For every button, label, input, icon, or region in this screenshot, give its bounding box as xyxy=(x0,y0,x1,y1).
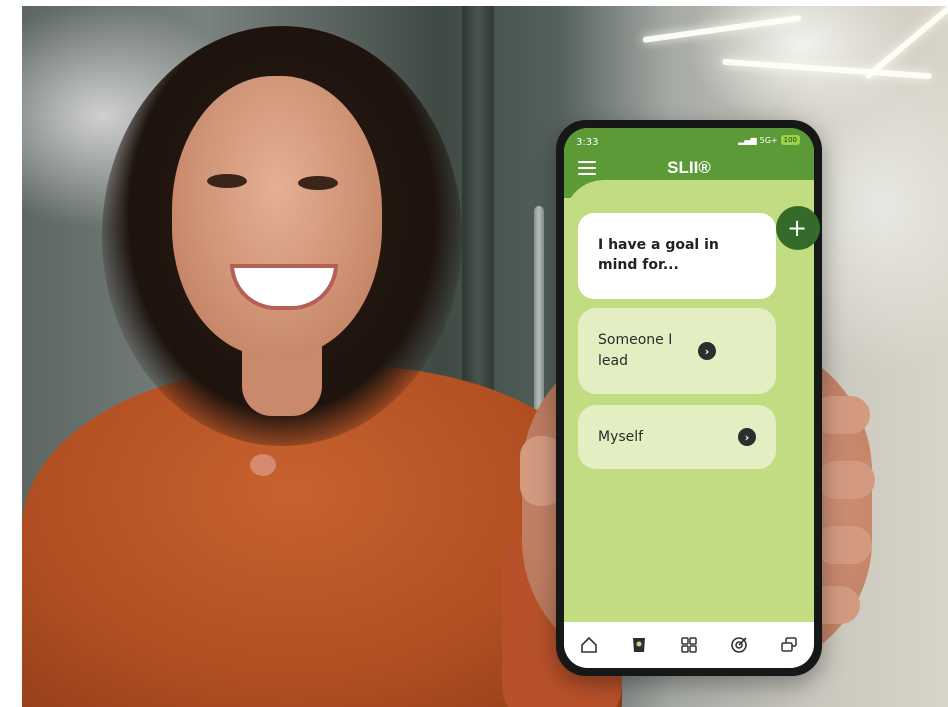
chevron-right-icon: › xyxy=(698,342,716,360)
app-logo: SLII® xyxy=(667,158,711,177)
smartphone: 3:33 ▂▄▆ 5G+ 100 SLII® I have a goal in … xyxy=(556,120,822,676)
bottom-navigation xyxy=(564,622,814,668)
chevron-right-icon: › xyxy=(738,428,756,446)
ceiling-light xyxy=(642,14,802,44)
target-icon[interactable] xyxy=(725,631,753,659)
status-time: 3:33 xyxy=(576,137,599,148)
left-eye xyxy=(207,174,247,188)
option-someone-i-lead[interactable]: Someone I lead › xyxy=(578,308,776,394)
ceiling-light xyxy=(722,58,932,80)
signal-icon: ▂▄▆ xyxy=(738,135,757,145)
face xyxy=(172,76,382,356)
option-label: Myself xyxy=(598,428,644,445)
network-label: 5G+ xyxy=(759,135,778,145)
status-indicators: ▂▄▆ 5G+ 100 xyxy=(738,135,800,145)
finger xyxy=(817,461,875,499)
battery-icon: 100 xyxy=(780,135,800,145)
option-myself[interactable]: Myself › xyxy=(578,405,776,469)
shirt-button xyxy=(250,454,276,476)
option-label: Someone I lead xyxy=(598,332,673,369)
add-button[interactable]: + xyxy=(776,206,820,250)
phone-screen: 3:33 ▂▄▆ 5G+ 100 SLII® I have a goal in … xyxy=(564,128,814,668)
goal-prompt-card: I have a goal in mind for... xyxy=(578,213,776,299)
grid-icon[interactable] xyxy=(675,631,703,659)
ceiling-light xyxy=(864,6,948,80)
chat-icon[interactable] xyxy=(775,631,803,659)
finger xyxy=(814,526,872,564)
home-icon[interactable] xyxy=(575,631,603,659)
right-eye xyxy=(298,176,338,190)
book-icon[interactable] xyxy=(625,631,653,659)
